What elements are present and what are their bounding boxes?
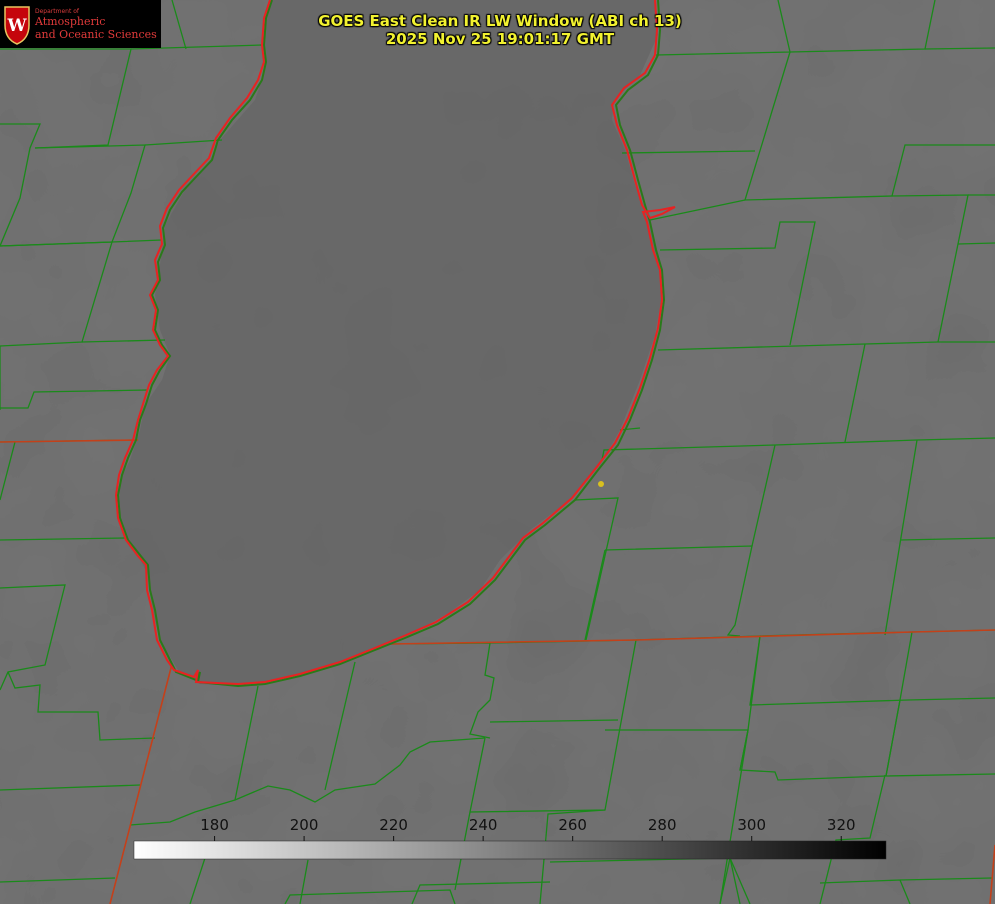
uw-crest-icon: W (4, 6, 30, 45)
uw-aos-logo: W Department of Atmospheric and Oceanic … (0, 0, 161, 48)
colorbar-tick-label: 260 (558, 816, 587, 834)
logo-department-label: Department of (35, 7, 79, 15)
colorbar-tick-label: 320 (827, 816, 856, 834)
colorbar-tick-label: 300 (737, 816, 766, 834)
logo-line-1: Atmospheric (35, 14, 106, 28)
satellite-map: 180 200 220 240 260 280 300 320 (0, 0, 995, 904)
svg-text:W: W (6, 16, 27, 36)
image-timestamp: 2025 Nov 25 19:01:17 GMT (385, 30, 615, 48)
location-marker (598, 481, 604, 487)
colorbar-tick-label: 180 (200, 816, 229, 834)
image-title: GOES East Clean IR LW Window (ABI ch 13) (318, 12, 682, 30)
logo-line-2: and Oceanic Sciences (35, 27, 157, 41)
satellite-image-viewer: 180 200 220 240 260 280 300 320 W Department of… (0, 0, 995, 904)
colorbar-tick-label: 220 (379, 816, 408, 834)
logo-text: Department of Atmospheric and Oceanic Sc… (35, 8, 157, 41)
colorbar-gradient (133, 840, 887, 860)
colorbar-tick-label: 200 (290, 816, 319, 834)
colorbar-tick-label: 240 (469, 816, 498, 834)
colorbar-tick-label: 280 (648, 816, 677, 834)
